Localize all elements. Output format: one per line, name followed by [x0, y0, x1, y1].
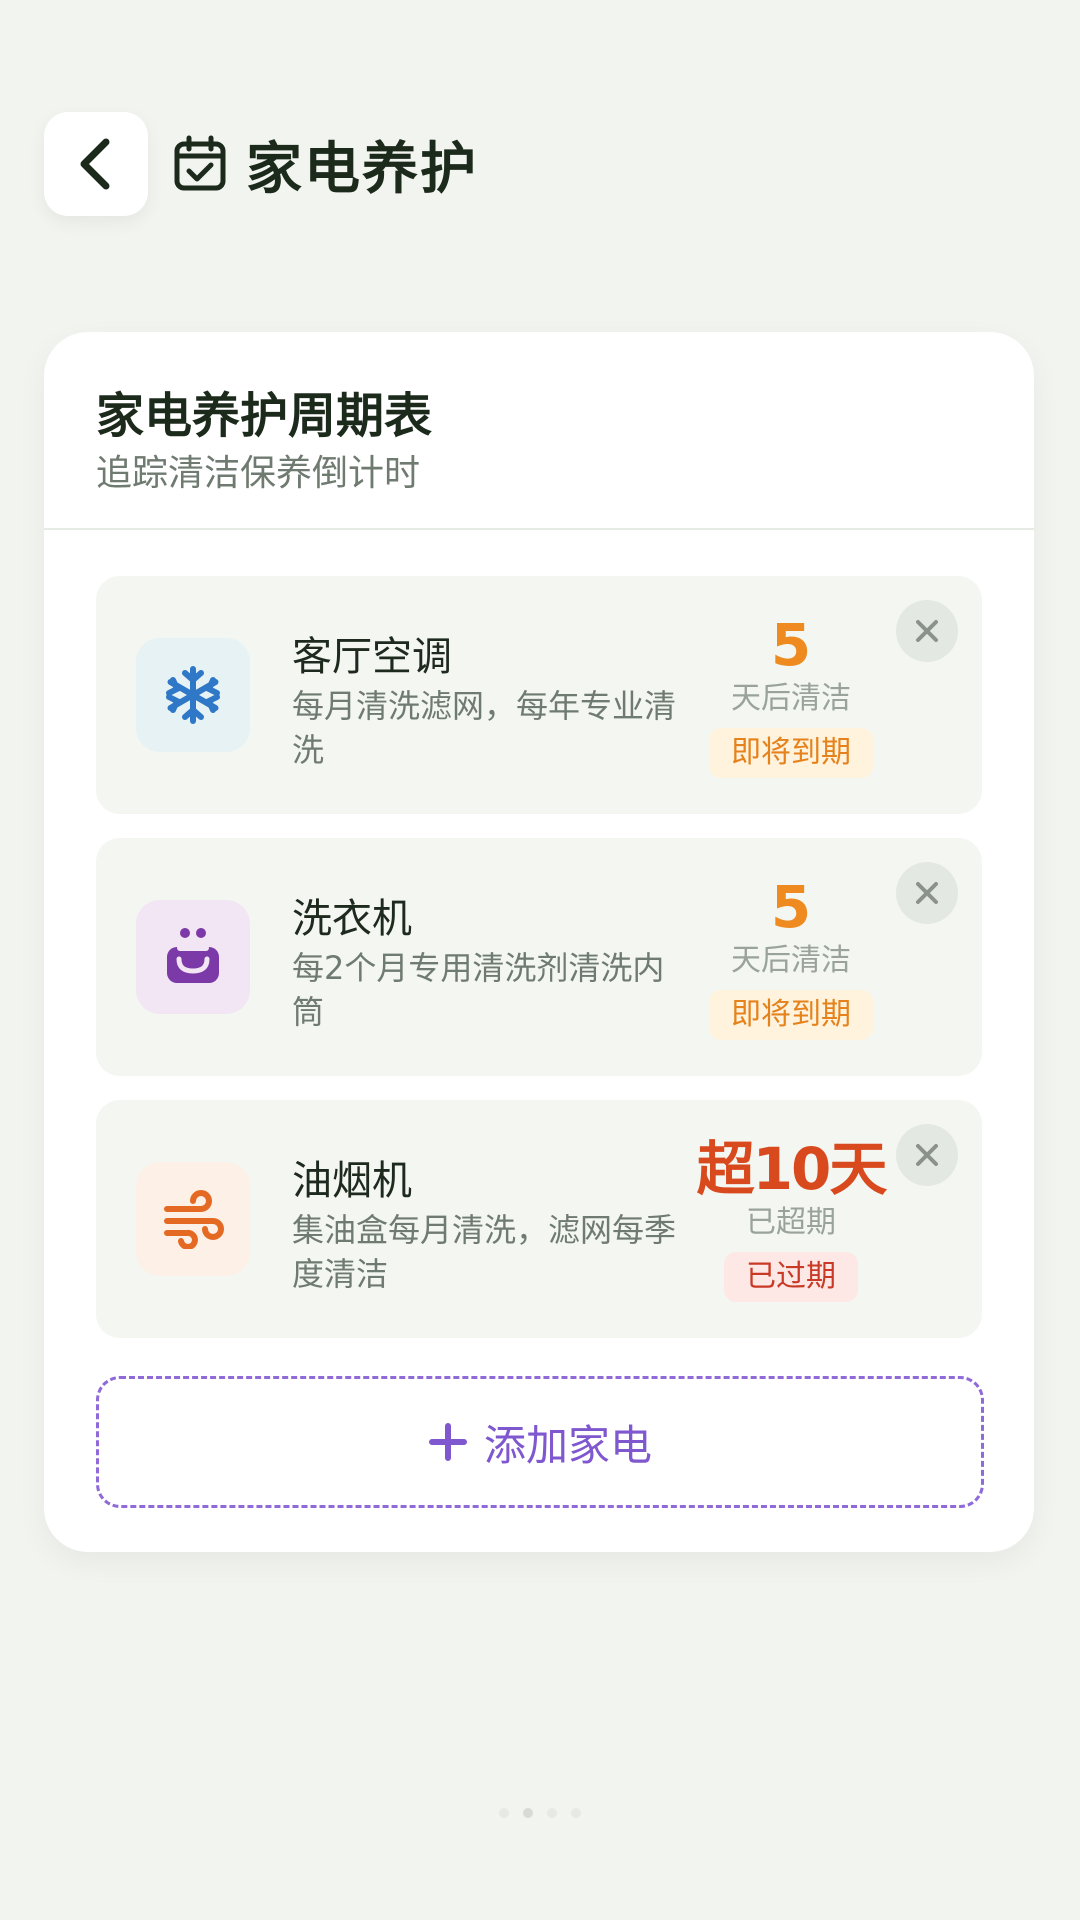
calendar-check-icon	[174, 135, 226, 191]
page-indicator	[0, 1808, 1080, 1818]
page-dot-active	[523, 1808, 533, 1818]
appliance-desc: 每2个月专用清洗剂清洗内筒	[292, 949, 665, 1031]
appliance-item-range-hood[interactable]: 油烟机 集油盒每月清洗，滤网每季度清洁 超10天 已超期 已过期	[96, 1100, 982, 1338]
card-title: 家电养护周期表	[96, 388, 433, 444]
countdown-status: 5 天后清洁 即将到期	[696, 612, 886, 778]
chevron-left-icon	[80, 138, 110, 190]
back-button[interactable]	[44, 112, 148, 216]
countdown-value: 超10天	[696, 1135, 888, 1203]
appliance-desc: 每月清洗滤网，每年专业清洗	[292, 687, 677, 769]
add-appliance-label: 添加家电	[483, 1420, 652, 1470]
plus-icon	[428, 1423, 467, 1461]
card-subtitle: 追踪清洁保养倒计时	[96, 453, 421, 494]
countdown-status: 超10天 已超期 已过期	[696, 1135, 888, 1302]
page-title: 家电养护	[246, 136, 478, 202]
close-icon	[916, 1144, 938, 1166]
appliance-desc: 集油盒每月清洗，滤网每季度清洁	[292, 1211, 677, 1293]
page-dot	[499, 1808, 509, 1818]
maintenance-card: 家电养护周期表 追踪清洁保养倒计时 客厅空调 每月清洗滤网，每年专业清洗 5 天…	[44, 332, 1034, 1552]
page-dot	[547, 1808, 557, 1818]
appliance-name: 客厅空调	[292, 634, 452, 680]
appliance-name: 油烟机	[292, 1158, 412, 1204]
wind-icon	[136, 1162, 250, 1276]
card-header: 家电养护周期表 追踪清洁保养倒计时	[44, 332, 1034, 530]
status-badge: 即将到期	[709, 990, 873, 1040]
page-dot	[571, 1808, 581, 1818]
washer-icon	[136, 900, 250, 1014]
countdown-label: 天后清洁	[731, 943, 851, 978]
remove-button[interactable]	[896, 862, 958, 924]
appliance-name: 洗衣机	[292, 896, 412, 942]
countdown-value: 5	[770, 611, 812, 679]
remove-button[interactable]	[896, 1124, 958, 1186]
appliance-item-ac[interactable]: 客厅空调 每月清洗滤网，每年专业清洗 5 天后清洁 即将到期	[96, 576, 982, 814]
appliance-item-washer[interactable]: 洗衣机 每2个月专用清洗剂清洗内筒 5 天后清洁 即将到期	[96, 838, 982, 1076]
countdown-status: 5 天后清洁 即将到期	[696, 874, 886, 1040]
snowflake-icon	[136, 638, 250, 752]
page-header: 家电养护	[172, 118, 478, 210]
countdown-value: 5	[770, 873, 812, 941]
add-appliance-button[interactable]: 添加家电	[96, 1376, 984, 1508]
status-badge: 即将到期	[709, 728, 873, 778]
remove-button[interactable]	[896, 600, 958, 662]
close-icon	[916, 620, 938, 642]
status-badge: 已过期	[724, 1252, 858, 1302]
countdown-label: 已超期	[746, 1205, 836, 1240]
countdown-label: 天后清洁	[731, 681, 851, 716]
close-icon	[916, 882, 938, 904]
